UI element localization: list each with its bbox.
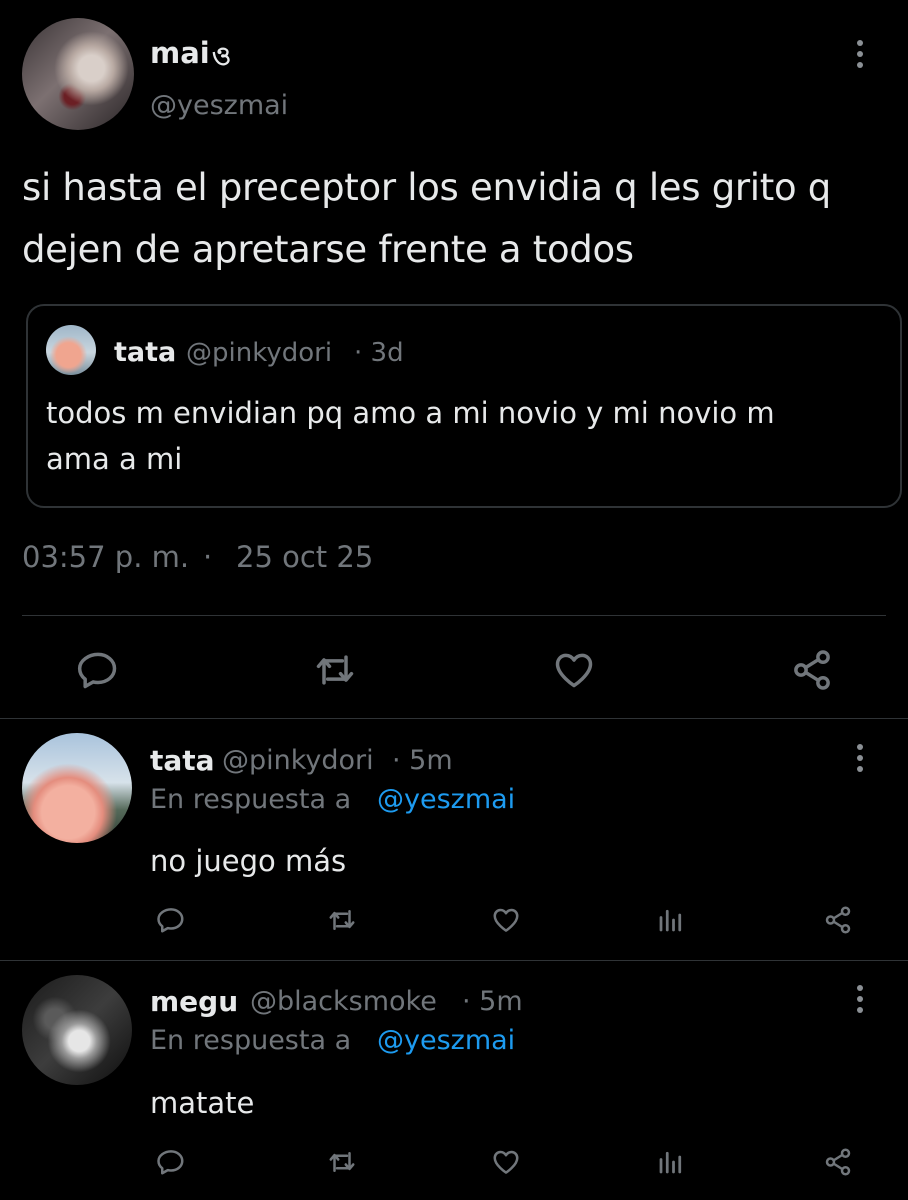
- share-icon[interactable]: [823, 905, 853, 935]
- retweet-icon[interactable]: [313, 648, 357, 692]
- reply-icon[interactable]: [156, 905, 186, 935]
- reply-text: matate: [150, 1086, 255, 1120]
- tweet-text-line-1: si hasta el preceptor los envidia q les …: [22, 166, 831, 209]
- reply-context-link[interactable]: @yeszmai: [377, 1025, 515, 1056]
- timestamp-separator: ·: [203, 540, 213, 574]
- quoted-author-handle: @pinkydori: [186, 338, 333, 368]
- reply-text: no juego más: [150, 844, 347, 878]
- like-icon[interactable]: [491, 905, 521, 935]
- views-icon[interactable]: [656, 1147, 686, 1177]
- more-options-icon[interactable]: [850, 738, 870, 778]
- author-avatar[interactable]: [22, 18, 134, 130]
- reply-author-handle[interactable]: @pinkydori: [222, 745, 374, 776]
- reply-context-link[interactable]: @yeszmai: [377, 784, 515, 815]
- reply-author-handle[interactable]: @blacksmoke: [250, 986, 437, 1017]
- reply-icon[interactable]: [156, 1147, 186, 1177]
- quoted-time: · 3d: [354, 338, 404, 368]
- reply-author-avatar[interactable]: [22, 975, 132, 1085]
- author-badge: ও: [212, 42, 232, 72]
- reply-icon[interactable]: [76, 648, 120, 692]
- tweet-text-line-2: dejen de apretarse frente a todos: [22, 228, 634, 271]
- reply-time: · 5m: [392, 745, 453, 776]
- tweet-date[interactable]: 25 oct 25: [236, 540, 373, 574]
- reply-context-label: En respuesta a: [150, 784, 352, 815]
- retweet-icon[interactable]: [327, 905, 357, 935]
- share-icon[interactable]: [790, 648, 834, 692]
- author-handle[interactable]: @yeszmai: [150, 90, 288, 121]
- reply-context-label: En respuesta a: [150, 1025, 352, 1056]
- divider: [0, 960, 908, 961]
- quoted-text-line-1: todos m envidian pq amo a mi novio y mi …: [46, 396, 775, 430]
- reply-time: · 5m: [462, 986, 523, 1017]
- reply-author-avatar[interactable]: [22, 733, 132, 843]
- more-options-icon[interactable]: [850, 34, 870, 74]
- like-icon[interactable]: [552, 648, 596, 692]
- reply-author-name[interactable]: tata: [150, 744, 215, 777]
- tweet-time[interactable]: 03:57 p. m.: [22, 540, 189, 574]
- divider: [22, 615, 886, 616]
- retweet-icon[interactable]: [327, 1147, 357, 1177]
- quoted-author-avatar: [46, 325, 96, 375]
- like-icon[interactable]: [491, 1147, 521, 1177]
- author-name[interactable]: mai: [150, 36, 210, 70]
- share-icon[interactable]: [823, 1147, 853, 1177]
- quoted-text-line-2: ama a mi: [46, 442, 183, 476]
- views-icon[interactable]: [656, 905, 686, 935]
- divider: [0, 718, 908, 719]
- more-options-icon[interactable]: [850, 979, 870, 1019]
- reply-author-name[interactable]: megu: [150, 985, 238, 1018]
- quoted-author-name: tata: [114, 337, 177, 368]
